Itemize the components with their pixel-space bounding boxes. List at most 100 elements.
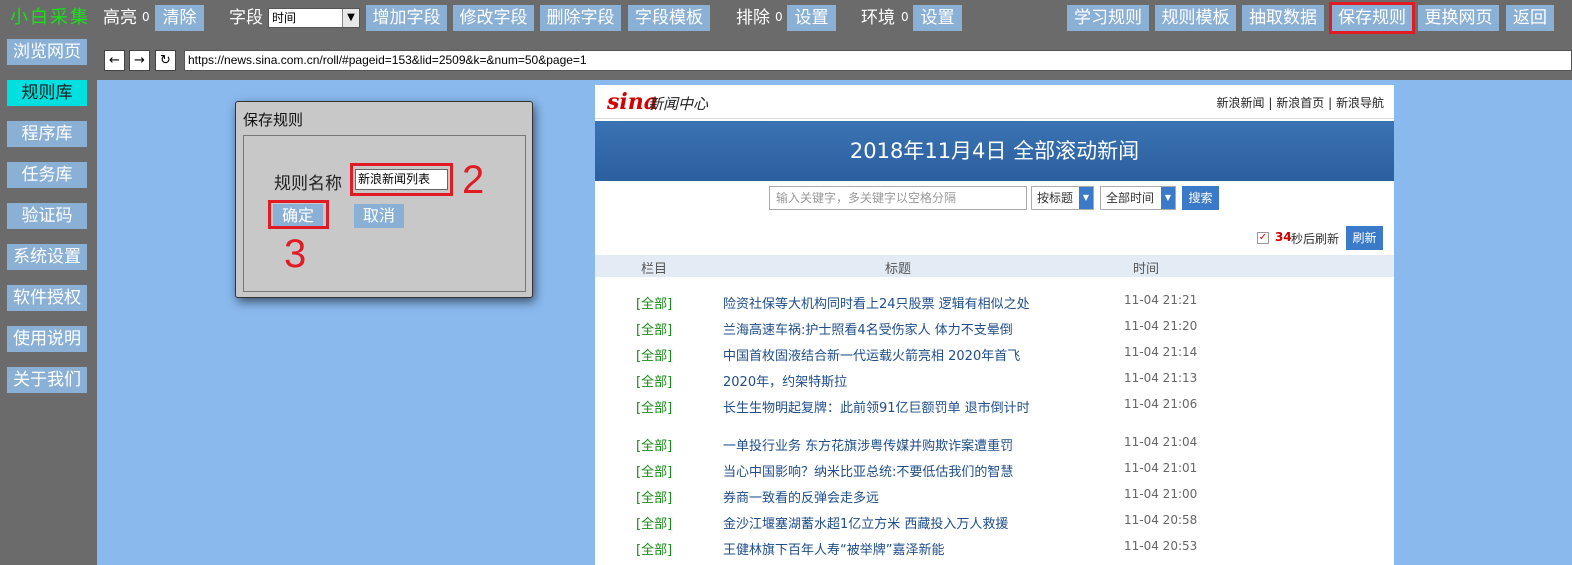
news-title[interactable]: 券商一致看的反弹会走多远 bbox=[723, 487, 879, 506]
back-button[interactable]: 返回 bbox=[1506, 5, 1554, 31]
news-row: [全部] 王健林旗下百年人寿“被举牌”嘉泽新能 11-04 20:53 bbox=[595, 534, 1394, 560]
news-category[interactable]: [全部] bbox=[636, 487, 672, 506]
news-row: [全部] 兰海高速车祸:护士照看4名受伤家人 体力不支晕倒 11-04 21:2… bbox=[595, 314, 1394, 340]
column-time: 时间 bbox=[1133, 262, 1160, 277]
news-category[interactable]: [全部] bbox=[636, 371, 672, 390]
search-scope-select[interactable]: 按标题 ▼ bbox=[1031, 186, 1094, 210]
news-row: [全部] 2020年，约架特斯拉 11-04 21:13 bbox=[595, 366, 1394, 392]
rule-template-button[interactable]: 规则模板 bbox=[1155, 5, 1236, 31]
chevron-down-icon: ▼ bbox=[342, 9, 359, 27]
address-bar: ← → ↻ https://news.sina.com.cn/roll/#pag… bbox=[97, 42, 1572, 80]
news-category[interactable]: [全部] bbox=[636, 539, 672, 558]
sina-link-news[interactable]: 新浪新闻 bbox=[1217, 96, 1265, 110]
sidebar-item-license[interactable]: 软件授权 bbox=[7, 285, 87, 311]
sina-link-nav[interactable]: 新浪导航 bbox=[1336, 96, 1384, 110]
chevron-down-icon: ▼ bbox=[1161, 187, 1175, 209]
field-template-button[interactable]: 字段模板 bbox=[628, 5, 710, 31]
news-category[interactable]: [全部] bbox=[636, 293, 672, 312]
news-row: [全部] 当心中国影响？纳米比亚总统:不要低估我们的智慧 11-04 21:01 bbox=[595, 456, 1394, 482]
news-time: 11-04 21:13 bbox=[1124, 371, 1198, 385]
delete-field-button[interactable]: 删除字段 bbox=[540, 5, 621, 31]
time-range-select[interactable]: 全部时间 ▼ bbox=[1100, 186, 1176, 210]
news-title[interactable]: 险资社保等大机构同时看上24只股票 逻辑有相似之处 bbox=[723, 293, 1030, 312]
news-time: 11-04 20:53 bbox=[1124, 539, 1198, 553]
sina-header: sina 新闻中心 新浪新闻 | 新浪首页 | 新浪导航 bbox=[595, 85, 1394, 119]
news-title[interactable]: 中国首枚固液结合新一代运载火箭亮相 2020年首飞 bbox=[723, 345, 1020, 364]
sidebar-item-task-library[interactable]: 任务库 bbox=[7, 162, 87, 188]
sina-logo-text: 新闻中心 bbox=[648, 95, 709, 113]
env-settings-button[interactable]: 设置 bbox=[913, 5, 962, 31]
url-input[interactable]: https://news.sina.com.cn/roll/#pageid=15… bbox=[184, 50, 1572, 71]
news-time: 11-04 21:04 bbox=[1124, 435, 1198, 449]
news-row: [全部] 长生生物明起复牌：此前领91亿巨额罚单 退市倒计时 11-04 21:… bbox=[595, 392, 1394, 418]
highlight-box-rule-name bbox=[350, 163, 453, 196]
back-arrow-icon[interactable]: ← bbox=[104, 50, 125, 71]
news-category[interactable]: [全部] bbox=[636, 319, 672, 338]
change-page-button[interactable]: 更换网页 bbox=[1418, 5, 1499, 31]
sina-link-home[interactable]: 新浪首页 bbox=[1276, 96, 1324, 110]
env-label: 环境 bbox=[861, 8, 895, 28]
news-title[interactable]: 当心中国影响？纳米比亚总统:不要低估我们的智慧 bbox=[723, 461, 1013, 480]
edit-field-button[interactable]: 修改字段 bbox=[453, 5, 534, 31]
news-category[interactable]: [全部] bbox=[636, 461, 672, 480]
learn-rule-button[interactable]: 学习规则 bbox=[1067, 5, 1149, 31]
sidebar-item-rule-library[interactable]: 规则库 bbox=[7, 80, 87, 106]
step-2-annotation: 2 bbox=[462, 158, 485, 202]
sina-search-input[interactable]: 输入关键字，多关键字以空格分隔 bbox=[769, 186, 1027, 210]
clear-button[interactable]: 清除 bbox=[155, 5, 204, 31]
news-row: [全部] 险资社保等大机构同时看上24只股票 逻辑有相似之处 11-04 21:… bbox=[595, 288, 1394, 314]
news-category[interactable]: [全部] bbox=[636, 397, 672, 416]
exclude-count: 0 bbox=[775, 10, 783, 24]
sidebar-item-browse[interactable]: 浏览网页 bbox=[7, 39, 87, 65]
sina-search-button[interactable]: 搜索 bbox=[1182, 186, 1219, 210]
exclude-settings-button[interactable]: 设置 bbox=[787, 5, 836, 31]
news-column-header: 栏目 标题 时间 bbox=[595, 255, 1394, 277]
auto-refresh-checkbox[interactable]: ✓ bbox=[1257, 232, 1269, 244]
search-scope-value: 按标题 bbox=[1037, 191, 1074, 205]
news-time: 11-04 21:06 bbox=[1124, 397, 1198, 411]
news-row: [全部] 券商一致看的反弹会走多远 11-04 21:00 bbox=[595, 482, 1394, 508]
link-separator: | bbox=[1268, 96, 1273, 110]
env-count: 0 bbox=[901, 10, 909, 24]
chevron-down-icon: ▼ bbox=[1079, 187, 1093, 209]
news-title[interactable]: 王健林旗下百年人寿“被举牌”嘉泽新能 bbox=[723, 539, 944, 558]
sidebar-item-about[interactable]: 关于我们 bbox=[7, 367, 87, 393]
news-time: 11-04 20:58 bbox=[1124, 513, 1198, 527]
refresh-icon[interactable]: ↻ bbox=[155, 50, 176, 71]
forward-arrow-icon[interactable]: → bbox=[129, 50, 150, 71]
field-select-value: 时间 bbox=[272, 11, 297, 25]
sidebar-item-manual[interactable]: 使用说明 bbox=[7, 326, 87, 352]
app-title: 小白采集 bbox=[10, 7, 90, 28]
news-time: 11-04 21:21 bbox=[1124, 293, 1198, 307]
news-category[interactable]: [全部] bbox=[636, 435, 672, 454]
news-row: [全部] 金沙江堰塞湖蓄水超1亿立方米 西藏投入万人救援 11-04 20:58 bbox=[595, 508, 1394, 534]
news-title[interactable]: 2020年，约架特斯拉 bbox=[723, 371, 847, 390]
field-select[interactable]: 时间 ▼ bbox=[268, 8, 360, 28]
rule-name-label: 规则名称 bbox=[274, 174, 342, 194]
news-time: 11-04 21:20 bbox=[1124, 319, 1198, 333]
news-category[interactable]: [全部] bbox=[636, 345, 672, 364]
sidebar-item-captcha[interactable]: 验证码 bbox=[7, 203, 87, 229]
refresh-countdown: 34 bbox=[1275, 230, 1292, 244]
auto-refresh-row: ✓ 34 秒后刷新 刷新 bbox=[595, 223, 1394, 255]
exclude-label: 排除 bbox=[736, 8, 770, 28]
news-row: [全部] 一单投行业务 东方花旗涉粤传媒并购欺诈案遭重罚 11-04 21:04 bbox=[595, 430, 1394, 456]
news-title[interactable]: 长生生物明起复牌：此前领91亿巨额罚单 退市倒计时 bbox=[723, 397, 1030, 416]
sidebar-item-system-settings[interactable]: 系统设置 bbox=[7, 244, 87, 270]
field-label: 字段 bbox=[229, 8, 263, 28]
add-field-button[interactable]: 增加字段 bbox=[366, 5, 447, 31]
news-category[interactable]: [全部] bbox=[636, 513, 672, 532]
sina-banner-title: 2018年11月4日 全部滚动新闻 bbox=[595, 121, 1394, 181]
refresh-button[interactable]: 刷新 bbox=[1346, 226, 1383, 250]
news-time: 11-04 21:01 bbox=[1124, 461, 1198, 475]
column-category: 栏目 bbox=[641, 262, 668, 277]
sidebar-item-program-library[interactable]: 程序库 bbox=[7, 121, 87, 147]
news-title[interactable]: 一单投行业务 东方花旗涉粤传媒并购欺诈案遭重罚 bbox=[723, 435, 1013, 454]
news-title[interactable]: 兰海高速车祸:护士照看4名受伤家人 体力不支晕倒 bbox=[723, 319, 1013, 338]
news-title[interactable]: 金沙江堰塞湖蓄水超1亿立方米 西藏投入万人救援 bbox=[723, 513, 1008, 532]
extract-data-button[interactable]: 抽取数据 bbox=[1242, 5, 1324, 31]
cancel-button[interactable]: 取消 bbox=[354, 204, 404, 228]
news-time: 11-04 21:14 bbox=[1124, 345, 1198, 359]
time-range-value: 全部时间 bbox=[1106, 191, 1155, 205]
save-rule-button[interactable]: 保存规则 bbox=[1329, 2, 1415, 34]
